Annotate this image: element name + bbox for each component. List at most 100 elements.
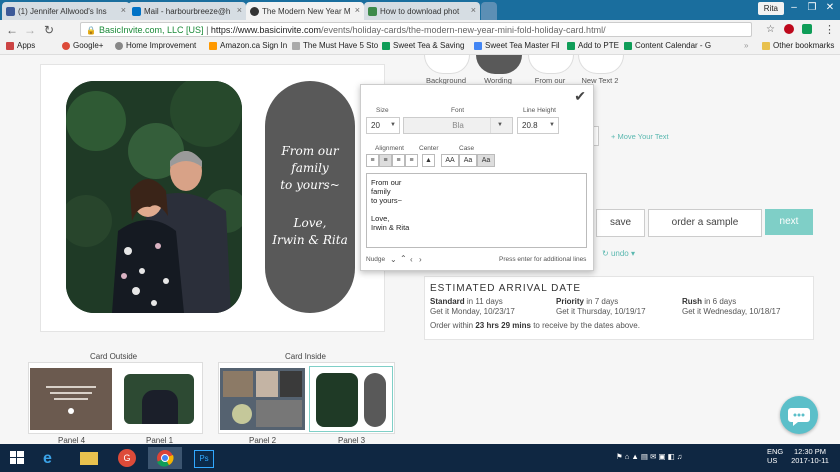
close-icon[interactable]: ×	[355, 5, 360, 15]
chevron-down-icon: ▾	[628, 249, 635, 258]
windows-taskbar: e G Ps ⚑ ⌂ ▲ ▤ ✉ ▣ ◧ ♫ ENG US 12:30 PM 201…	[0, 444, 840, 472]
bookmark-apps[interactable]: Apps	[6, 41, 35, 50]
menu-icon[interactable]: ⋮	[824, 23, 835, 36]
google-plus-taskbar-icon[interactable]: G	[112, 447, 142, 469]
tab-facebook[interactable]: (1) Jennifer Allwood's Ins ×	[2, 2, 130, 20]
bookmark-other[interactable]: Other bookmarks	[762, 41, 834, 50]
panel-2-thumbnail[interactable]	[220, 368, 305, 430]
bookmark-sweet-tea-saving[interactable]: Sweet Tea & Saving	[382, 41, 464, 50]
center-label: Center	[419, 145, 439, 152]
close-window-icon[interactable]: ✕	[822, 2, 838, 13]
text-input-area[interactable]: From our family to yours~ Love, Irwin & …	[366, 173, 587, 248]
minimize-icon[interactable]: –	[786, 2, 802, 13]
apps-icon	[6, 41, 14, 50]
card-inside-label: Card Inside	[285, 352, 326, 361]
arrival-option-standard[interactable]: Standard in 11 days Get it Monday, 10/23…	[430, 297, 515, 317]
panel-3-thumbnail[interactable]	[309, 366, 393, 432]
bookmark-must-have[interactable]: The Must Have 5 Sto	[292, 41, 378, 50]
restore-icon[interactable]: ❐	[804, 2, 820, 13]
checkmark-icon[interactable]: ✔	[574, 88, 586, 105]
panel-4-thumbnail[interactable]	[30, 368, 112, 430]
windows-start-icon[interactable]	[2, 447, 32, 469]
order-sample-button[interactable]: order a sample	[648, 209, 762, 237]
align-left-icon[interactable]: ≡	[366, 154, 379, 167]
page-icon	[115, 41, 123, 50]
family-photo[interactable]	[66, 81, 242, 313]
nudge-down-icon[interactable]: ⌄	[390, 255, 397, 264]
size-select[interactable]: 20 ▼	[366, 117, 400, 134]
nudge-label: Nudge	[366, 256, 386, 263]
nudge-right-icon[interactable]: ›	[419, 255, 422, 264]
size-label: Size	[376, 107, 389, 114]
chrome-icon[interactable]	[148, 447, 182, 469]
center-position-icon[interactable]: ▲	[422, 154, 435, 167]
uppercase-button[interactable]: AA	[441, 154, 459, 167]
file-explorer-icon[interactable]	[74, 447, 104, 469]
undo-link[interactable]: ↻ undo ▾	[602, 249, 635, 258]
align-right-icon[interactable]: ≡	[392, 154, 405, 167]
close-icon[interactable]: ×	[121, 5, 126, 15]
tab-label: (1) Jennifer Allwood's Ins	[18, 6, 107, 16]
url-host: https://www.basicinvite.com	[210, 25, 321, 35]
move-text-link[interactable]: + Move Your Text	[611, 132, 669, 141]
forward-icon[interactable]: →	[24, 23, 36, 37]
tab-download-photo[interactable]: How to download phot ×	[364, 2, 480, 20]
save-button[interactable]: save	[596, 209, 645, 237]
card-text-line: Love,	[293, 216, 327, 230]
titlecase-button[interactable]: Aa	[477, 154, 495, 167]
amazon-icon	[209, 41, 217, 50]
close-icon[interactable]: ×	[237, 5, 242, 15]
internet-explorer-icon[interactable]: e	[36, 447, 66, 469]
pinterest-icon[interactable]	[784, 24, 794, 34]
photoshop-icon[interactable]: Ps	[188, 447, 218, 469]
bookmark-amazon[interactable]: Amazon.ca Sign In	[209, 41, 287, 50]
extension-icon[interactable]	[802, 24, 812, 34]
page-icon	[292, 41, 300, 50]
chat-button[interactable]	[780, 396, 818, 434]
tab-basicinvite[interactable]: The Modern New Year M ×	[246, 2, 364, 20]
nudge-up-icon[interactable]: ⌃	[400, 254, 407, 263]
smallcaps-button[interactable]: Aa	[459, 154, 477, 167]
star-icon[interactable]: ☆	[766, 24, 775, 35]
case-label: Case	[459, 145, 475, 152]
align-justify-icon[interactable]: ≡	[405, 154, 418, 167]
reload-icon[interactable]: ↻	[44, 23, 54, 37]
chevron-down-icon: ▼	[549, 122, 555, 128]
close-icon[interactable]: ×	[471, 5, 476, 15]
bookmark-content-calendar[interactable]: Content Calendar - G	[624, 41, 711, 50]
address-bar[interactable]: 🔒 BasicInvite.com, LLC [US] | https://ww…	[80, 22, 752, 37]
drive-icon	[474, 41, 482, 50]
url-path: /events/holiday-cards/the-modern-new-yea…	[320, 25, 606, 35]
bookmark-google-plus[interactable]: Google+	[62, 41, 103, 50]
bookmark-add-to-pte[interactable]: Add to PTE	[567, 41, 619, 50]
nudge-left-icon[interactable]: ‹	[410, 255, 413, 264]
enter-hint: Press enter for additional lines	[499, 256, 587, 263]
bookmark-home-improvement[interactable]: Home Improvement	[115, 41, 196, 50]
align-center-icon[interactable]: ≡	[379, 154, 392, 167]
new-tab-button[interactable]	[481, 2, 497, 20]
clock[interactable]: 12:30 PM 2017-10-11	[790, 447, 830, 465]
site-icon	[368, 6, 377, 16]
arrival-option-priority[interactable]: Priority in 7 days Get it Thursday, 10/1…	[556, 297, 646, 317]
bookmark-sweet-tea-master[interactable]: Sweet Tea Master Fil	[474, 41, 560, 50]
card-text-panel[interactable]: From our family to yours~ Love, Irwin & …	[265, 81, 355, 313]
card-text-line: family	[291, 161, 329, 175]
sheets-icon	[382, 41, 390, 50]
tray-icons[interactable]: ⚑ ⌂ ▲ ▤ ✉ ▣ ◧ ♫	[616, 452, 682, 461]
tab-mail[interactable]: Mail - harbourbreeze@h ×	[128, 2, 246, 20]
arrival-option-rush[interactable]: Rush in 6 days Get it Wednesday, 10/18/1…	[682, 297, 780, 317]
tab-label: The Modern New Year M	[262, 6, 351, 16]
next-button[interactable]: next	[765, 209, 813, 235]
language-indicator[interactable]: ENG US	[767, 447, 783, 465]
panel-1-thumbnail[interactable]	[118, 368, 200, 430]
bookmarks-overflow-icon[interactable]: »	[744, 41, 748, 50]
card-outside-label: Card Outside	[90, 352, 138, 361]
line-height-select[interactable]: 20.8 ▼	[517, 117, 559, 134]
photo-image	[66, 81, 242, 313]
folder-icon	[762, 41, 770, 50]
back-icon[interactable]: ←	[6, 23, 18, 37]
font-select[interactable]: Bla ▼	[403, 117, 513, 134]
profile-button[interactable]: Rita	[757, 2, 784, 15]
chevron-down-icon: ▼	[390, 122, 396, 128]
outlook-icon	[132, 6, 141, 16]
